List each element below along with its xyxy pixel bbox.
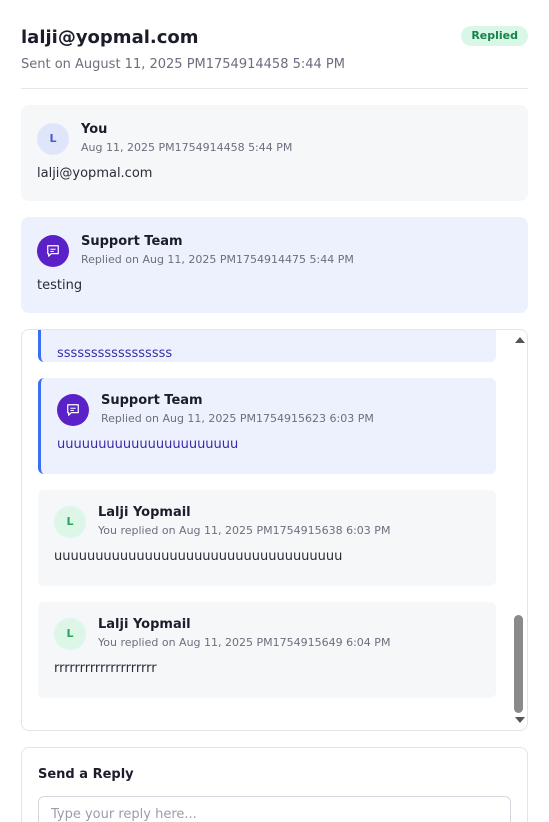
message-body: lalji@yopmal.com <box>37 166 153 181</box>
message-author: You <box>81 122 108 137</box>
reply-textarea[interactable] <box>38 796 511 822</box>
thread-message: Support Team Replied on Aug 11, 2025 PM1… <box>38 378 496 474</box>
ticket-email-title: lalji@yopmal.com <box>21 27 199 48</box>
message-you: L You Aug 11, 2025 PM1754914458 5:44 PM … <box>21 105 528 201</box>
ticket-header: lalji@yopmal.com Sent on August 11, 2025… <box>21 26 528 74</box>
avatar: L <box>54 505 86 538</box>
message-body: sssssssssssssssss <box>57 346 173 361</box>
header-divider <box>21 88 528 89</box>
message-body: uuuuuuuuuuuuuuuuuuuuuuuuuuuuuuuuuuu <box>54 549 343 564</box>
scrollbar[interactable] <box>511 330 527 730</box>
chat-icon <box>37 234 69 267</box>
message-date: Replied on Aug 11, 2025 PM1754915623 6:0… <box>101 412 374 425</box>
message-date: You replied on Aug 11, 2025 PM1754915649… <box>98 636 391 649</box>
message-date: You replied on Aug 11, 2025 PM1754915638… <box>98 524 391 537</box>
message-date: Aug 11, 2025 PM1754914458 5:44 PM <box>81 141 293 154</box>
reply-panel: Send a Reply <box>21 747 528 822</box>
ticket-sent-date: Sent on August 11, 2025 PM1754914458 5:4… <box>21 57 345 72</box>
chat-icon <box>57 393 89 426</box>
thread-message: L Lalji Yopmail You replied on Aug 11, 2… <box>38 490 496 586</box>
status-badge: Replied <box>461 26 528 46</box>
avatar: L <box>54 617 86 650</box>
thread-scroll-area[interactable]: sssssssssssssssss Support Team Replied o… <box>21 329 528 731</box>
message-support: Support Team Replied on Aug 11, 2025 PM1… <box>21 217 528 313</box>
scroll-up-arrow-icon[interactable] <box>515 337 525 343</box>
message-body: rrrrrrrrrrrrrrrrrrrr <box>54 661 157 676</box>
message-author: Lalji Yopmail <box>98 505 191 520</box>
thread-message: sssssssssssssssss <box>38 330 496 362</box>
message-author: Support Team <box>101 393 203 408</box>
avatar: L <box>37 122 69 155</box>
message-author: Support Team <box>81 234 183 249</box>
scroll-down-arrow-icon[interactable] <box>515 717 525 723</box>
message-body: testing <box>37 278 83 293</box>
message-body: uuuuuuuuuuuuuuuuuuuuuu <box>57 437 239 452</box>
thread-message: L Lalji Yopmail You replied on Aug 11, 2… <box>38 602 496 698</box>
message-author: Lalji Yopmail <box>98 617 191 632</box>
scroll-thumb[interactable] <box>514 615 523 713</box>
reply-title: Send a Reply <box>38 767 134 782</box>
message-date: Replied on Aug 11, 2025 PM1754914475 5:4… <box>81 253 354 266</box>
